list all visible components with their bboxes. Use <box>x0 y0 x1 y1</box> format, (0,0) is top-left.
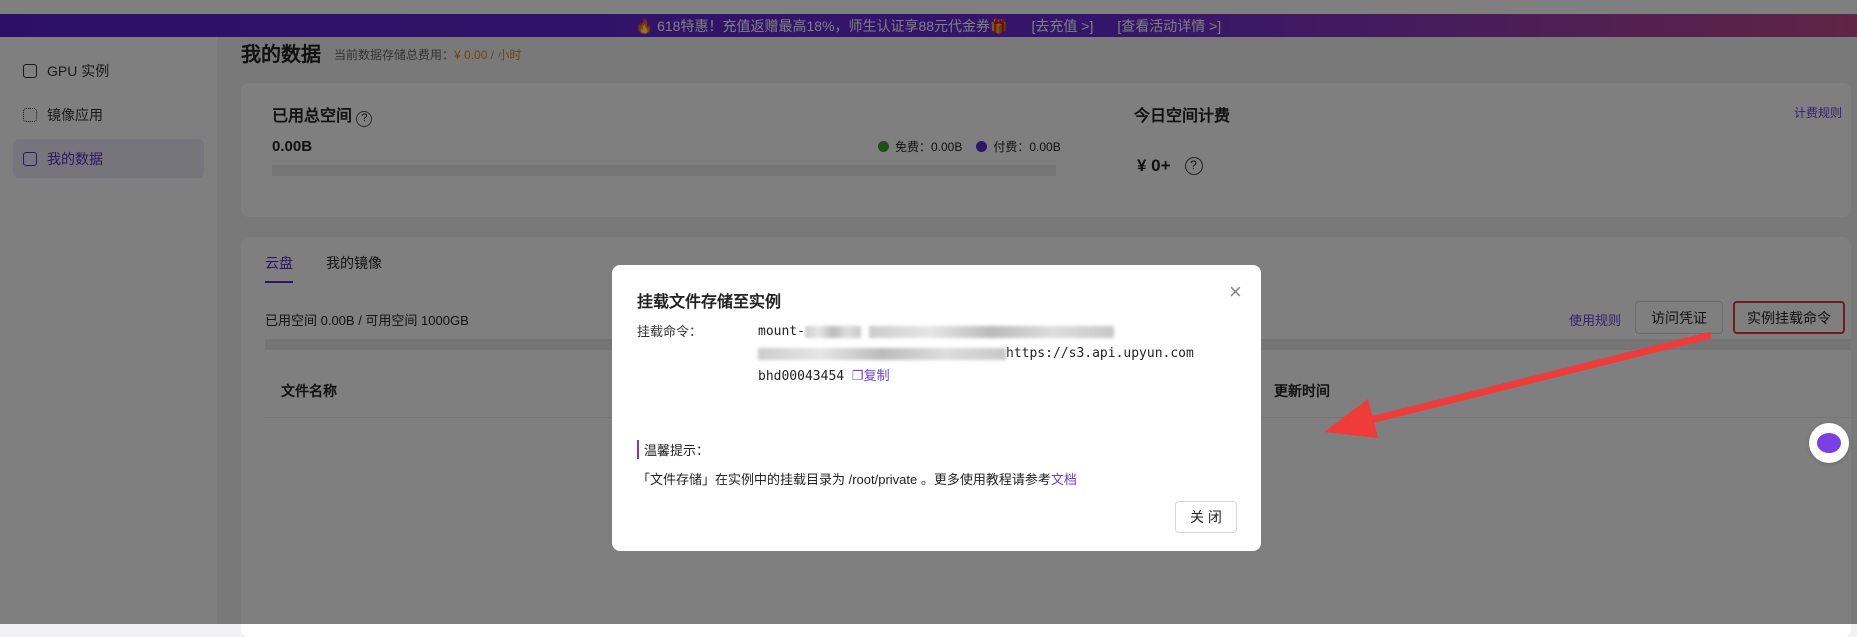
tip-text: 「文件存储」在实例中的挂载目录为 /root/private 。更多使用教程请参… <box>637 472 1077 487</box>
docs-link[interactable]: 文档 <box>1051 472 1077 487</box>
tip-title: 温馨提示： <box>637 440 709 459</box>
cmd-endpoint: https://s3.api.upyun.com <box>1006 346 1194 361</box>
chat-icon <box>1817 433 1841 453</box>
cmd-line-1: mount- <box>758 324 805 339</box>
mount-command-label: 挂载命令： <box>637 324 703 339</box>
close-icon[interactable]: × <box>1229 279 1242 305</box>
dialog-title: 挂载文件存储至实例 <box>637 294 782 311</box>
close-button[interactable]: 关 闭 <box>1175 501 1237 533</box>
copy-button[interactable]: ❐复制 <box>852 368 890 383</box>
cmd-line-3: bhd00043454 <box>758 369 845 384</box>
arrow-head <box>1324 399 1378 438</box>
mount-dialog: 挂载文件存储至实例 × 挂载命令： mount- https://s3.api.… <box>612 265 1261 551</box>
mount-command-value[interactable]: mount- https://s3.api.upyun.com bhd00043… <box>758 321 1194 388</box>
copy-icon: ❐ <box>851 368 864 383</box>
arrow-shaft <box>1354 331 1712 428</box>
wechat-support-button[interactable] <box>1809 423 1849 463</box>
